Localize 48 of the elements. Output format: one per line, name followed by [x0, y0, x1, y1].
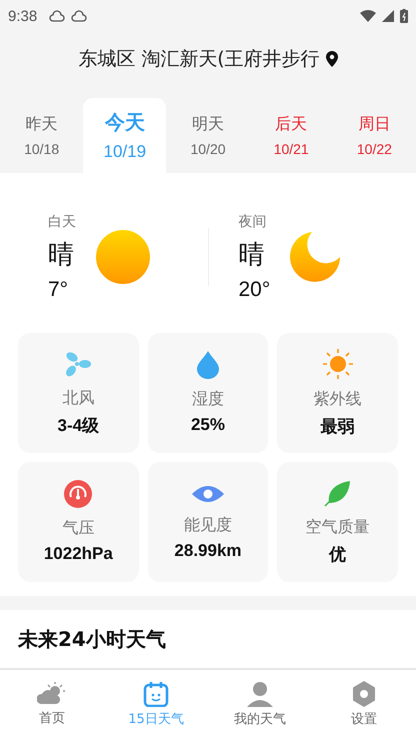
sun-icon [96, 230, 150, 284]
leaf-icon [324, 478, 352, 506]
metric-label: 空气质量 [306, 516, 370, 538]
gauge-icon [64, 480, 92, 508]
day-tab[interactable]: 后天 10/21 [250, 98, 333, 173]
condition-text: 晴 [238, 238, 266, 272]
fan-icon [64, 350, 92, 378]
calendar-icon [143, 681, 169, 707]
day-tab[interactable]: 明天 10/20 [166, 98, 250, 173]
eye-icon [192, 483, 224, 505]
condition-text: 晴 [48, 238, 75, 272]
day-tab[interactable]: 昨天 10/18 [0, 98, 84, 173]
period-label: 白天 [48, 212, 76, 230]
day-tab[interactable]: 周日 10/22 [332, 98, 416, 173]
location-title: 东城区 淘汇新天(王府井步行 [78, 47, 320, 72]
temperature-text: 20° [238, 278, 270, 302]
signal-icon [382, 10, 394, 22]
water-drop-icon [196, 351, 219, 379]
metric-value: 28.99km [174, 541, 242, 561]
moon-icon [290, 231, 340, 283]
metric-value: 3-4级 [58, 414, 100, 436]
section-title: 未来24小时天气 [18, 626, 166, 652]
settings-icon [352, 681, 376, 707]
status-time: 9:38 [8, 8, 38, 24]
metric-label: 湿度 [192, 389, 224, 410]
metric-value: 最弱 [320, 416, 355, 438]
nav-tab[interactable]: 我的天气 [208, 670, 312, 739]
sun-icon [322, 348, 353, 378]
day-tab[interactable]: 今天 10/19 [83, 98, 166, 173]
metric-label: 紫外线 [314, 388, 362, 410]
battery-icon [400, 9, 408, 23]
cloud-icon [71, 10, 88, 22]
period-label: 夜间 [238, 212, 268, 230]
metric-label: 气压 [62, 518, 94, 539]
nav-tab[interactable]: 15日天气 [104, 670, 208, 739]
metric-value: 25% [190, 415, 225, 435]
nav-tab[interactable]: 设置 [312, 670, 416, 739]
location-pin-icon[interactable] [326, 51, 338, 67]
metric-label: 北风 [62, 388, 94, 408]
nav-tab[interactable]: 首页 [0, 670, 104, 739]
temperature-text: 7° [48, 278, 70, 302]
metric-label: 能见度 [184, 515, 232, 536]
metric-value: 1022hPa [44, 544, 113, 564]
person-icon [247, 681, 273, 707]
sun-cloud-icon [37, 682, 67, 706]
cloud-icon [49, 10, 66, 22]
metric-value: 优 [329, 544, 346, 566]
wifi-icon [360, 10, 376, 22]
